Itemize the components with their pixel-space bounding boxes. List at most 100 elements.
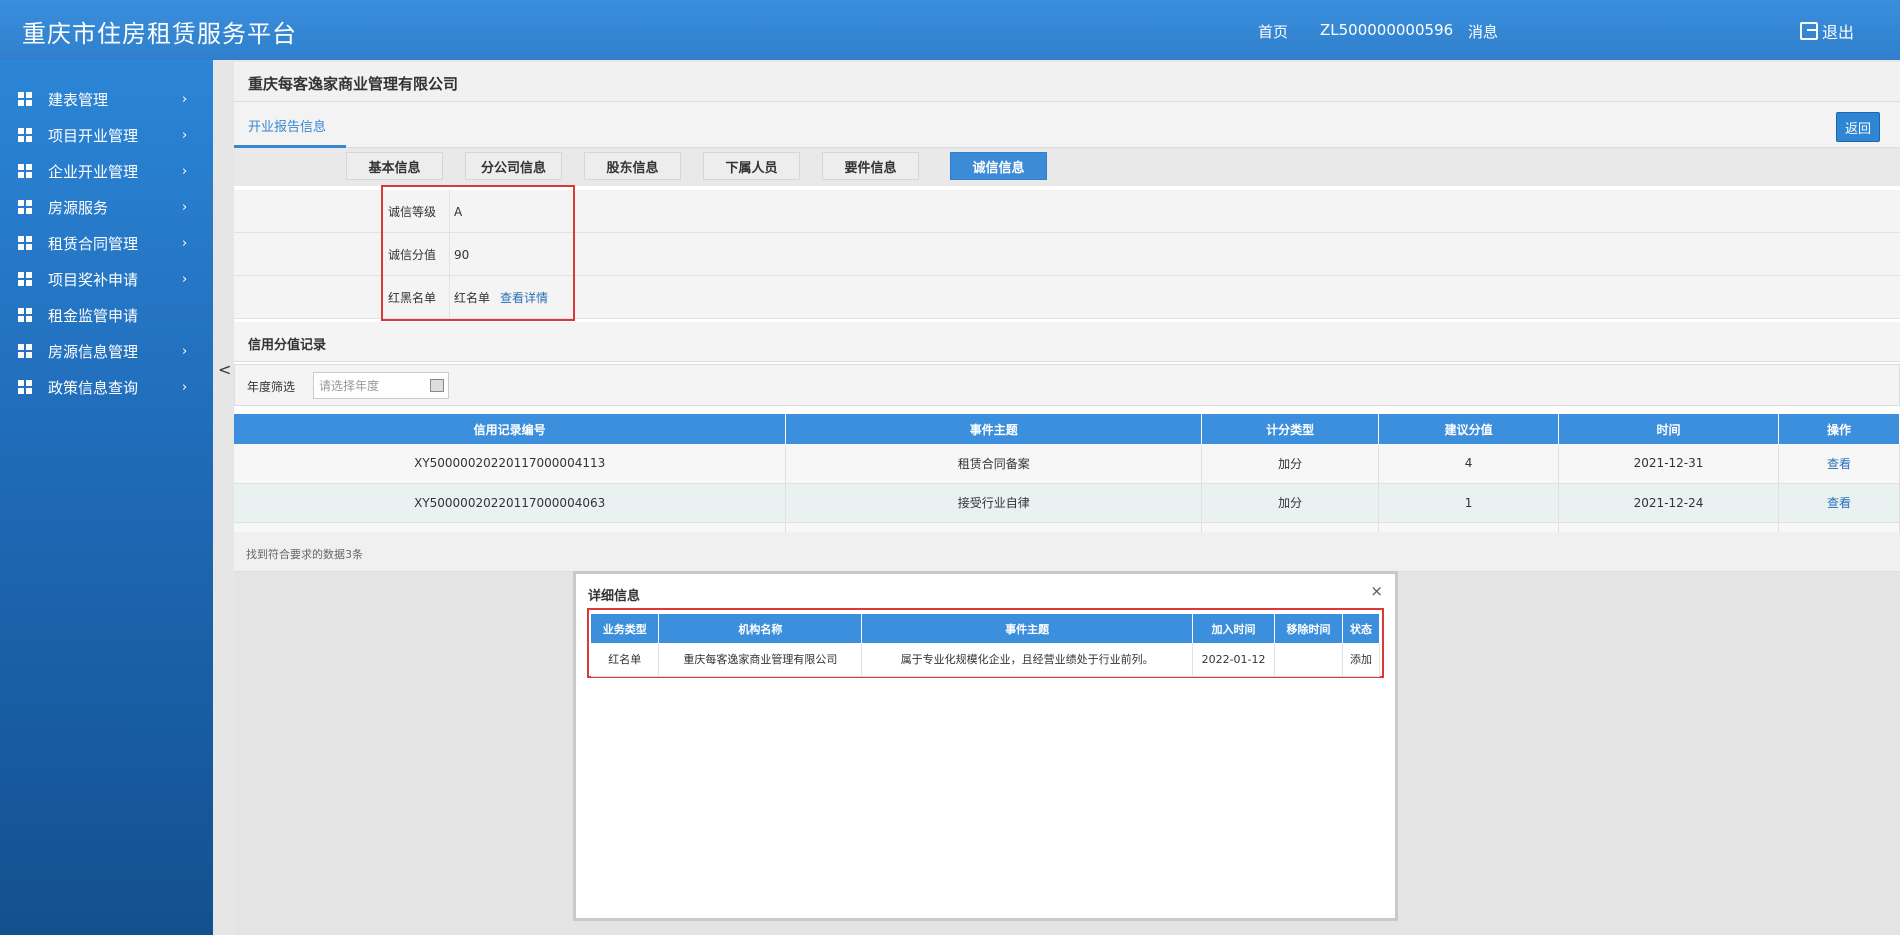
- score-type: 加分: [1201, 444, 1380, 484]
- join-date: 2022-01-12: [1192, 643, 1276, 677]
- view-link[interactable]: 查看: [1778, 444, 1900, 484]
- year-filter-bar: 年度筛选 请选择年度: [234, 364, 1900, 406]
- credit-records-title: 信用分值记录: [248, 338, 327, 353]
- sidebar-item-label: 项目开业管理: [48, 126, 139, 145]
- subtab-bar: 基本信息 分公司信息 股东信息 下属人员 要件信息 诚信信息: [234, 148, 1900, 186]
- sidebar-item-housing-service[interactable]: 房源服务 ›: [0, 190, 213, 224]
- business-type: 红名单: [591, 643, 660, 677]
- sidebar-item-label: 企业开业管理: [48, 162, 139, 181]
- subtab-staff[interactable]: 下属人员: [703, 152, 800, 180]
- column-header: 信用记录编号: [234, 414, 787, 444]
- table-row: 红名单 重庆每客逸家商业管理有限公司 属于专业化规模化企业，且经营业绩处于行业前…: [591, 643, 1381, 677]
- grid-icon: [18, 380, 32, 394]
- logout-button[interactable]: 退出: [1800, 19, 1854, 43]
- subtab-credit-info[interactable]: 诚信信息: [950, 152, 1047, 180]
- sidebar-item-build-table[interactable]: 建表管理 ›: [0, 82, 213, 116]
- table-row: XY50000020220117000004113 租赁合同备案 加分 4 20…: [234, 444, 1900, 484]
- sidebar: 建表管理 › 项目开业管理 › 企业开业管理 › 房源服务 › 租赁合同管理 ›…: [0, 60, 213, 935]
- close-icon[interactable]: ×: [1370, 582, 1383, 600]
- modal-details-table: 业务类型 机构名称 事件主题 加入时间 移除时间 状态 红名单 重庆每客逸家商业…: [591, 614, 1381, 677]
- record-date: 2021-12-31: [1558, 444, 1779, 484]
- back-button[interactable]: 返回: [1836, 112, 1880, 142]
- record-id: XY50000020220117000004113: [234, 444, 787, 484]
- grid-icon: [18, 308, 32, 322]
- modal-highlight-annotation: 业务类型 机构名称 事件主题 加入时间 移除时间 状态 红名单 重庆每客逸家商业…: [587, 608, 1384, 678]
- event-subject: 接受行业自律: [785, 483, 1203, 523]
- grid-icon: [18, 272, 32, 286]
- subtab-documents[interactable]: 要件信息: [822, 152, 919, 180]
- sidebar-item-label: 政策信息查询: [48, 378, 139, 397]
- sidebar-item-label: 租金监管申请: [48, 306, 139, 325]
- company-name: 重庆每客逸家商业管理有限公司: [248, 75, 459, 93]
- column-header: 操作: [1778, 414, 1900, 444]
- chevron-right-icon: ›: [182, 235, 188, 251]
- column-header: 状态: [1342, 614, 1381, 643]
- view-link[interactable]: 查看: [1778, 483, 1900, 523]
- subtab-branch-info[interactable]: 分公司信息: [465, 152, 562, 180]
- suggested-score: 1: [1378, 483, 1560, 523]
- sidebar-item-rent-supervision[interactable]: 租金监管申请: [0, 298, 213, 332]
- chevron-right-icon: ›: [182, 163, 188, 179]
- chevron-right-icon: ›: [182, 271, 188, 287]
- column-header: 机构名称: [658, 614, 863, 643]
- suggested-score: 4: [1378, 444, 1560, 484]
- table-header-row: 信用记录编号 事件主题 计分类型 建议分值 时间 操作: [234, 414, 1900, 444]
- column-header: 移除时间: [1274, 614, 1343, 643]
- year-filter-input[interactable]: 请选择年度: [313, 372, 449, 399]
- tab-bar: 开业报告信息 返回: [234, 102, 1900, 148]
- sidebar-item-label: 房源信息管理: [48, 342, 139, 361]
- column-header: 事件主题: [785, 414, 1203, 444]
- nav-messages-link[interactable]: 消息: [1468, 21, 1498, 42]
- tab-opening-report[interactable]: 开业报告信息: [248, 116, 326, 135]
- grid-icon: [18, 200, 32, 214]
- sidebar-item-label: 建表管理: [48, 90, 109, 109]
- record-date: 2021-12-24: [1558, 483, 1779, 523]
- grid-icon: [18, 236, 32, 250]
- logout-label: 退出: [1822, 23, 1855, 42]
- status: 添加: [1342, 643, 1381, 677]
- table-header-row: 业务类型 机构名称 事件主题 加入时间 移除时间 状态: [591, 614, 1381, 643]
- sidebar-collapse-button[interactable]: <: [218, 360, 231, 379]
- company-header: 重庆每客逸家商业管理有限公司: [234, 62, 1900, 102]
- user-account[interactable]: ZL500000000596: [1320, 21, 1453, 39]
- column-header: 计分类型: [1201, 414, 1380, 444]
- grid-icon: [18, 128, 32, 142]
- highlight-annotation: [381, 185, 575, 321]
- year-filter-label: 年度筛选: [247, 380, 296, 394]
- column-header: 业务类型: [591, 614, 660, 643]
- sidebar-item-policy-query[interactable]: 政策信息查询 ›: [0, 370, 213, 404]
- result-count-bar: 找到符合要求的数据3条: [234, 532, 1900, 572]
- nav-home-link[interactable]: 首页: [1258, 21, 1288, 42]
- subtab-basic-info[interactable]: 基本信息: [346, 152, 443, 180]
- sidebar-item-project-open[interactable]: 项目开业管理 ›: [0, 118, 213, 152]
- event-subject: 租赁合同备案: [785, 444, 1203, 484]
- sidebar-item-lease-contract[interactable]: 租赁合同管理 ›: [0, 226, 213, 260]
- credit-records-section: 信用分值记录: [234, 322, 1900, 362]
- sidebar-item-enterprise-open[interactable]: 企业开业管理 ›: [0, 154, 213, 188]
- chevron-right-icon: ›: [182, 91, 188, 107]
- grid-icon: [18, 344, 32, 358]
- modal-title: 详细信息: [588, 589, 641, 604]
- column-header: 建议分值: [1378, 414, 1560, 444]
- app-title: 重庆市住房租赁服务平台: [22, 20, 297, 48]
- sidebar-item-label: 租赁合同管理: [48, 234, 139, 253]
- chevron-right-icon: ›: [182, 199, 188, 215]
- sidebar-item-housing-info[interactable]: 房源信息管理 ›: [0, 334, 213, 368]
- column-header: 加入时间: [1192, 614, 1276, 643]
- chevron-right-icon: ›: [182, 379, 188, 395]
- sidebar-item-label: 项目奖补申请: [48, 270, 139, 289]
- table-row: XY50000020220117000004063 接受行业自律 加分 1 20…: [234, 483, 1900, 523]
- chevron-right-icon: ›: [182, 343, 188, 359]
- score-type: 加分: [1201, 483, 1380, 523]
- record-id: XY50000020220117000004063: [234, 483, 787, 523]
- details-modal: 详细信息 × 业务类型 机构名称 事件主题 加入时间 移除时间 状态 红名单 重…: [573, 571, 1398, 921]
- column-header: 时间: [1558, 414, 1779, 444]
- removal-date: [1274, 643, 1343, 677]
- subtab-shareholder-info[interactable]: 股东信息: [584, 152, 681, 180]
- grid-icon: [18, 164, 32, 178]
- event-subject: 属于专业化规模化企业，且经营业绩处于行业前列。: [861, 643, 1194, 677]
- calendar-icon[interactable]: [430, 379, 444, 392]
- column-header: 事件主题: [861, 614, 1194, 643]
- sidebar-item-project-subsidy[interactable]: 项目奖补申请 ›: [0, 262, 213, 296]
- logout-icon: [1800, 22, 1818, 40]
